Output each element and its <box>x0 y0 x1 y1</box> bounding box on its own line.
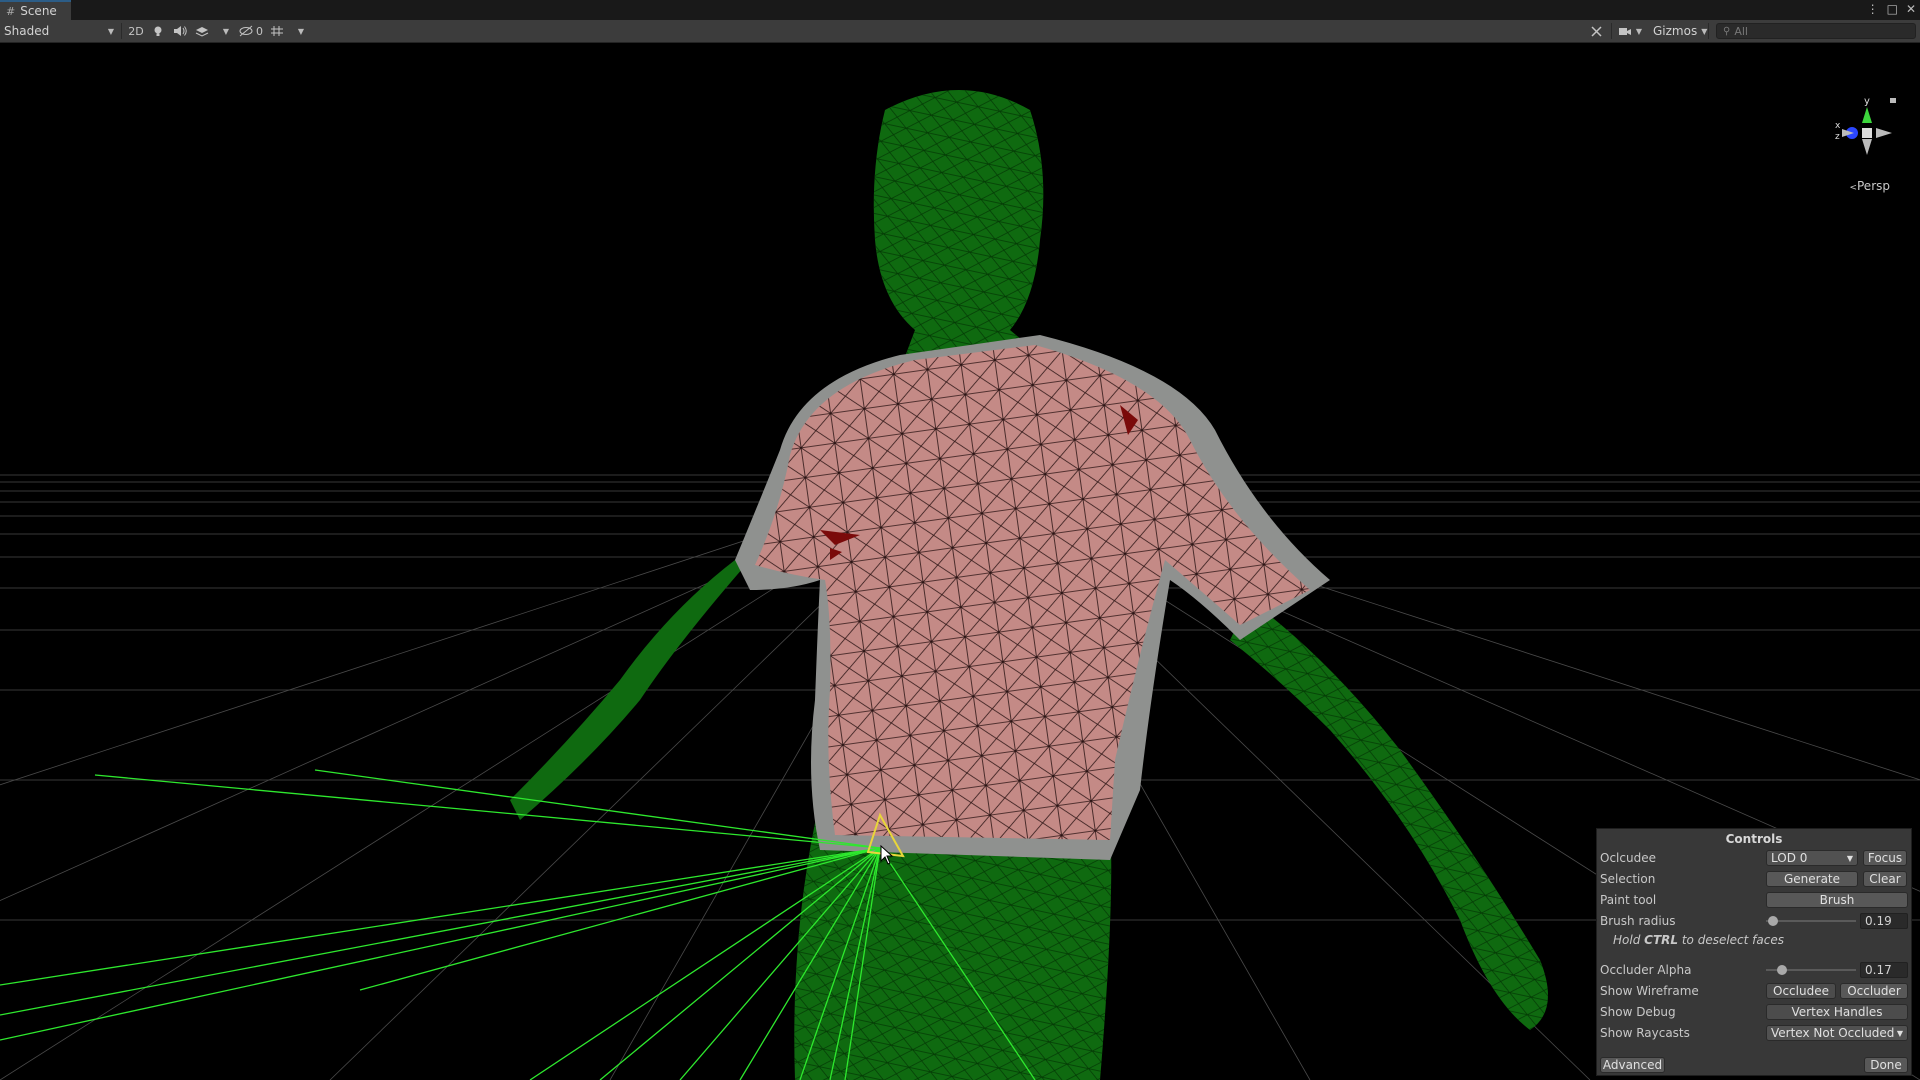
hidden-count: 0 <box>256 24 263 38</box>
effects-toggle-button[interactable] <box>191 22 213 40</box>
brush-button[interactable]: Brush <box>1766 892 1908 908</box>
gizmos-label: Gizmos <box>1653 24 1698 38</box>
raycasts-value: Vertex Not Occluded <box>1771 1026 1895 1040</box>
chevron-down-icon: ▼ <box>297 26 305 36</box>
brush-radius-field[interactable]: 0.19 <box>1860 913 1908 929</box>
deselect-hint: Hold CTRL to deselect faces <box>1613 933 1784 947</box>
panel-footer: Advanced Done <box>1600 1056 1908 1074</box>
occluder-alpha-label: Occluder Alpha <box>1600 963 1692 977</box>
close-icon[interactable]: ✕ <box>1906 2 1916 16</box>
show-wireframe-label: Show Wireframe <box>1600 984 1699 998</box>
draw-mode-dropdown[interactable]: Shaded ▼ <box>0 22 118 40</box>
clear-button[interactable]: Clear <box>1863 871 1907 887</box>
paint-tool-label: Paint tool <box>1600 893 1657 907</box>
gizmos-dropdown[interactable]: Gizmos ▼ <box>1645 22 1708 40</box>
scene-visibility-button[interactable]: 0 <box>235 22 266 40</box>
controls-panel: Controls Oclcudee LOD 0 ▼ Focus Selectio… <box>1596 828 1912 1076</box>
occludee-dropdown[interactable]: LOD 0 ▼ <box>1766 850 1858 866</box>
wireframe-occludee-toggle[interactable]: Occludee <box>1766 983 1836 999</box>
axis-x-label: x <box>1835 121 1841 131</box>
paint-tool-row: Paint tool Brush <box>1600 891 1908 909</box>
tools-button[interactable] <box>1586 22 1608 40</box>
mouse-cursor-icon <box>880 845 894 865</box>
projection-toggle[interactable]: <Persp <box>1849 179 1890 193</box>
chevron-down-icon: ▼ <box>1896 1028 1903 1038</box>
occluder-alpha-row: Occluder Alpha 0.17 <box>1600 961 1908 979</box>
brush-radius-label: Brush radius <box>1600 914 1676 928</box>
speaker-icon <box>174 26 187 36</box>
layers-icon <box>195 27 209 37</box>
occludee-row: Oclcudee LOD 0 ▼ Focus <box>1600 849 1908 867</box>
generate-button[interactable]: Generate <box>1766 871 1858 887</box>
effects-dropdown[interactable]: ▼ <box>213 22 235 40</box>
occluder-alpha-slider[interactable] <box>1766 962 1856 978</box>
axis-z-label: z <box>1835 132 1840 142</box>
occludee-label: Oclcudee <box>1600 851 1656 865</box>
show-raycasts-row: Show Raycasts Vertex Not Occluded ▼ <box>1600 1024 1908 1042</box>
window-controls: ⋮ □ ✕ <box>1867 2 1916 16</box>
axis-gizmo-icon: y x z <box>1835 96 1896 155</box>
hint-key: CTRL <box>1644 933 1679 947</box>
axis-y-label: y <box>1864 96 1870 107</box>
chevron-down-icon: ▼ <box>222 26 230 36</box>
toolbar-divider <box>1708 23 1709 39</box>
grid-icon <box>271 26 283 36</box>
more-options-icon[interactable]: ⋮ <box>1867 2 1879 16</box>
tab-scene-label: Scene <box>20 4 57 18</box>
wrench-icon <box>1591 25 1602 37</box>
scene-viewport[interactable]: y x z <Persp Controls Oclcudee LOD 0 ▼ F… <box>0 43 1920 1080</box>
lightbulb-icon <box>154 26 162 36</box>
toggle-2d-button[interactable]: 2D <box>125 22 147 40</box>
scene-toolbar: Shaded ▼ 2D ▼ 0 ▼ ▼ Gizmos ▼ ⚲ All <box>0 20 1920 43</box>
camera-settings-button[interactable]: ▼ <box>1615 22 1645 40</box>
brush-radius-slider[interactable] <box>1766 913 1856 929</box>
lighting-toggle-button[interactable] <box>147 22 169 40</box>
selection-label: Selection <box>1600 872 1656 886</box>
done-button[interactable]: Done <box>1864 1057 1908 1073</box>
hint-suffix: to deselect faces <box>1678 933 1784 947</box>
search-icon: ⚲ <box>1723 25 1731 37</box>
show-raycasts-label: Show Raycasts <box>1600 1026 1690 1040</box>
toolbar-divider <box>121 23 122 39</box>
grid-dropdown[interactable]: ▼ <box>288 22 310 40</box>
shirt-mesh <box>755 345 1310 840</box>
hint-prefix: Hold <box>1613 933 1645 947</box>
maximize-icon[interactable]: □ <box>1887 2 1898 16</box>
focus-button[interactable]: Focus <box>1863 850 1907 866</box>
draw-mode-value: Shaded <box>4 24 50 38</box>
grid-toggle-button[interactable] <box>266 22 288 40</box>
wireframe-occluder-toggle[interactable]: Occluder <box>1840 983 1908 999</box>
slider-thumb[interactable] <box>1777 965 1787 975</box>
vertex-handles-toggle[interactable]: Vertex Handles <box>1766 1004 1908 1020</box>
projection-label: Persp <box>1857 179 1890 193</box>
show-debug-row: Show Debug Vertex Handles <box>1600 1003 1908 1021</box>
occluder-alpha-field[interactable]: 0.17 <box>1860 962 1908 978</box>
tab-scene[interactable]: # Scene <box>0 0 71 20</box>
chevron-down-icon: ▼ <box>1635 26 1642 36</box>
show-wireframe-row: Show Wireframe Occludee Occluder <box>1600 982 1908 1000</box>
raycasts-dropdown[interactable]: Vertex Not Occluded ▼ <box>1766 1025 1908 1041</box>
grid-icon: # <box>6 4 16 18</box>
window-tab-bar: # Scene ⋮ □ ✕ <box>0 0 1920 21</box>
selection-row: Selection Generate Clear <box>1600 870 1908 888</box>
hidden-eye-icon <box>239 25 253 37</box>
camera-icon <box>1618 27 1631 35</box>
brush-radius-row: Brush radius 0.19 <box>1600 912 1908 930</box>
search-placeholder: All <box>1734 24 1748 38</box>
chevron-left-icon: < <box>1849 183 1857 193</box>
panel-title: Controls <box>1725 832 1783 846</box>
toolbar-divider <box>1610 23 1612 39</box>
advanced-button[interactable]: Advanced <box>1600 1057 1665 1073</box>
scene-search-input[interactable]: ⚲ All <box>1716 23 1916 39</box>
slider-track <box>1766 920 1856 922</box>
audio-toggle-button[interactable] <box>169 22 191 40</box>
chevron-down-icon: ▼ <box>1701 26 1708 36</box>
chevron-down-icon: ▼ <box>1846 853 1853 863</box>
lock-icon <box>1890 98 1896 103</box>
chevron-down-icon: ▼ <box>107 26 114 36</box>
orientation-gizmo[interactable]: y x z <box>1812 93 1902 193</box>
show-debug-label: Show Debug <box>1600 1005 1676 1019</box>
slider-thumb[interactable] <box>1768 916 1778 926</box>
occludee-value: LOD 0 <box>1771 851 1808 865</box>
